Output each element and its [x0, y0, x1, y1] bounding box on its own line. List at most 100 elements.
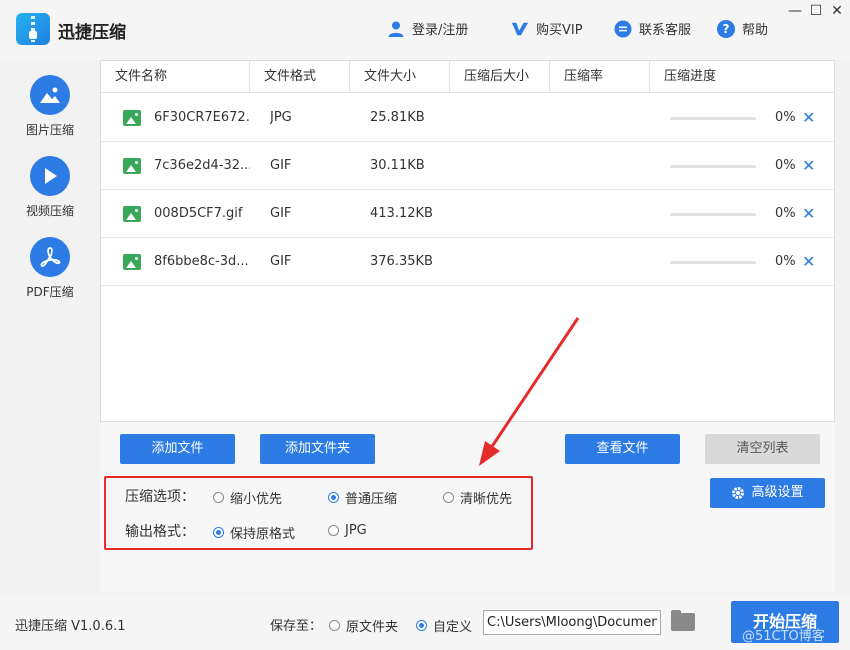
file-name: 008D5CF7.gif	[154, 206, 243, 221]
radio-indicator	[328, 492, 339, 503]
radio-label: 缩小优先	[230, 492, 283, 507]
add-folder-button[interactable]: 添加文件夹	[260, 434, 375, 464]
save-path-input[interactable]	[483, 610, 661, 635]
radio-original-folder[interactable]: 原文件夹	[329, 616, 398, 635]
file-size: 413.12KB	[370, 206, 433, 221]
progress-text: 0%	[775, 254, 796, 269]
file-format: GIF	[270, 206, 292, 221]
vip-icon	[511, 20, 529, 38]
buy-vip-button[interactable]: 购买VIP	[511, 19, 583, 38]
remove-file-button[interactable]: ✕	[802, 238, 815, 286]
sidebar-item-label: 视频压缩	[25, 204, 74, 218]
compress-options-label: 压缩选项：	[125, 489, 195, 505]
sidebar-item-label: PDF压缩	[26, 285, 74, 299]
sidebar-item-pdf-compress[interactable]: PDF压缩	[12, 237, 88, 300]
table-header: 文件名称 文件格式 文件大小 压缩后大小 压缩率 压缩进度	[101, 61, 834, 93]
column-header: 文件大小	[350, 61, 450, 93]
login-button[interactable]: 登录/注册	[387, 19, 468, 38]
file-format: JPG	[270, 110, 292, 125]
table-row[interactable]: 6F30CR7E672... JPG 25.81KB 0% ✕	[101, 94, 834, 142]
radio-label: 自定义	[433, 620, 473, 635]
folder-icon[interactable]	[671, 610, 695, 631]
radio-indicator	[329, 620, 340, 631]
app-logo-icon	[16, 13, 50, 45]
column-header: 压缩进度	[664, 69, 717, 84]
service-label: 联系客服	[639, 23, 692, 38]
file-name: 6F30CR7E672...	[154, 110, 250, 125]
version-text: 迅捷压缩 V1.0.6.1	[15, 619, 126, 634]
radio-indicator	[416, 620, 427, 631]
image-file-icon	[123, 206, 141, 222]
output-format-label: 输出格式：	[125, 524, 195, 540]
close-button[interactable]: ✕	[829, 3, 845, 19]
file-format: GIF	[270, 158, 292, 173]
table-row[interactable]: 008D5CF7.gif GIF 413.12KB 0% ✕	[101, 190, 834, 238]
image-file-icon	[123, 254, 141, 270]
add-file-button[interactable]: 添加文件	[120, 434, 235, 464]
radio-shrink-priority[interactable]: 缩小优先	[213, 488, 282, 507]
progress-bar	[670, 213, 756, 216]
remove-file-button[interactable]: ✕	[802, 94, 815, 142]
radio-label: 保持原格式	[230, 527, 296, 542]
progress-bar	[670, 165, 756, 168]
remove-file-button[interactable]: ✕	[802, 142, 815, 190]
image-file-icon	[123, 158, 141, 174]
file-name: 8f6bbe8c-3d...	[154, 254, 249, 269]
radio-custom-folder[interactable]: 自定义	[416, 616, 472, 635]
minimize-button[interactable]: —	[787, 3, 803, 19]
remove-file-button[interactable]: ✕	[802, 190, 815, 238]
view-files-button[interactable]: 查看文件	[565, 434, 680, 464]
radio-indicator	[328, 525, 339, 536]
file-list-table: 文件名称 文件格式 文件大小 压缩后大小 压缩率 压缩进度 6F30CR7E67…	[100, 60, 835, 422]
progress-text: 0%	[775, 158, 796, 173]
clear-list-button[interactable]: 清空列表	[705, 434, 820, 464]
column-header: 文件格式	[250, 61, 350, 93]
radio-label: 清晰优先	[460, 492, 513, 507]
sidebar-item-image-compress[interactable]: 图片压缩	[12, 75, 88, 138]
column-header: 文件名称	[101, 61, 250, 93]
progress-text: 0%	[775, 110, 796, 125]
file-size: 376.35KB	[370, 254, 433, 269]
app-name: 迅捷压缩	[58, 23, 126, 43]
start-compress-button[interactable]: 开始压缩	[731, 601, 839, 643]
file-name: 7c36e2d4-32...	[154, 158, 250, 173]
table-row[interactable]: 7c36e2d4-32... GIF 30.11KB 0% ✕	[101, 142, 834, 190]
help-button[interactable]: ? 帮助	[717, 19, 768, 38]
contact-service-button[interactable]: 联系客服	[614, 19, 691, 38]
image-icon	[30, 75, 70, 115]
image-file-icon	[123, 110, 141, 126]
radio-keep-original-format[interactable]: 保持原格式	[213, 523, 295, 542]
radio-normal-compress[interactable]: 普通压缩	[328, 488, 397, 507]
progress-text: 0%	[775, 206, 796, 221]
advanced-settings-button[interactable]: 高级设置	[710, 478, 825, 508]
vip-label: 购买VIP	[536, 23, 583, 38]
sidebar-item-label: 图片压缩	[25, 123, 74, 137]
file-size: 25.81KB	[370, 110, 425, 125]
progress-bar	[670, 261, 756, 264]
bottom-bar: 迅捷压缩 V1.0.6.1 保存至： 原文件夹 自定义 开始压缩 @51CTO博…	[0, 596, 850, 650]
maximize-button[interactable]: ☐	[808, 3, 824, 19]
radio-clarity-priority[interactable]: 清晰优先	[443, 488, 512, 507]
radio-label: 原文件夹	[346, 620, 399, 635]
pdf-icon	[30, 237, 70, 277]
login-label: 登录/注册	[412, 23, 469, 38]
radio-indicator	[213, 492, 224, 503]
radio-indicator	[213, 527, 224, 538]
table-row[interactable]: 8f6bbe8c-3d... GIF 376.35KB 0% ✕	[101, 238, 834, 286]
user-icon	[387, 20, 405, 38]
radio-label: JPG	[345, 523, 367, 538]
title-bar: 迅捷压缩 登录/注册 购买VIP 联系客服 ? 帮助 — ☐ ✕	[0, 0, 850, 60]
column-header: 压缩率	[550, 61, 650, 93]
save-to-label: 保存至：	[270, 619, 323, 634]
radio-label: 普通压缩	[345, 492, 398, 507]
radio-jpg-format[interactable]: JPG	[328, 523, 367, 538]
gear-icon	[731, 486, 745, 500]
file-format: GIF	[270, 254, 292, 269]
radio-indicator	[443, 492, 454, 503]
advanced-settings-label: 高级设置	[751, 485, 804, 500]
play-icon	[30, 156, 70, 196]
chat-icon	[614, 20, 632, 38]
progress-bar	[670, 117, 756, 120]
file-size: 30.11KB	[370, 158, 425, 173]
sidebar-item-video-compress[interactable]: 视频压缩	[12, 156, 88, 219]
